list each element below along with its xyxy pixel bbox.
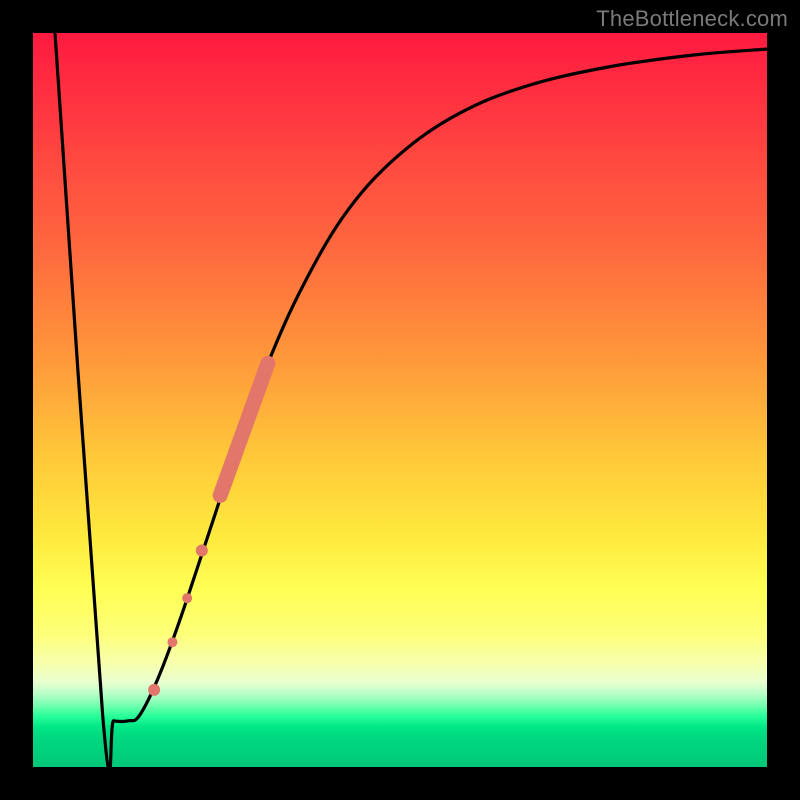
highlight-dot bbox=[167, 637, 177, 647]
thick-segment-line bbox=[220, 363, 268, 495]
highlighted-segment bbox=[220, 363, 268, 495]
watermark-text: TheBottleneck.com bbox=[596, 6, 788, 32]
plot-area bbox=[33, 33, 767, 767]
highlight-dot bbox=[148, 684, 160, 696]
highlight-dot bbox=[182, 593, 192, 603]
chart-frame: TheBottleneck.com bbox=[0, 0, 800, 800]
highlight-dot bbox=[196, 544, 208, 556]
bottleneck-curve bbox=[55, 33, 767, 772]
curve-svg bbox=[33, 33, 767, 767]
bottleneck-curve-path bbox=[55, 33, 767, 772]
